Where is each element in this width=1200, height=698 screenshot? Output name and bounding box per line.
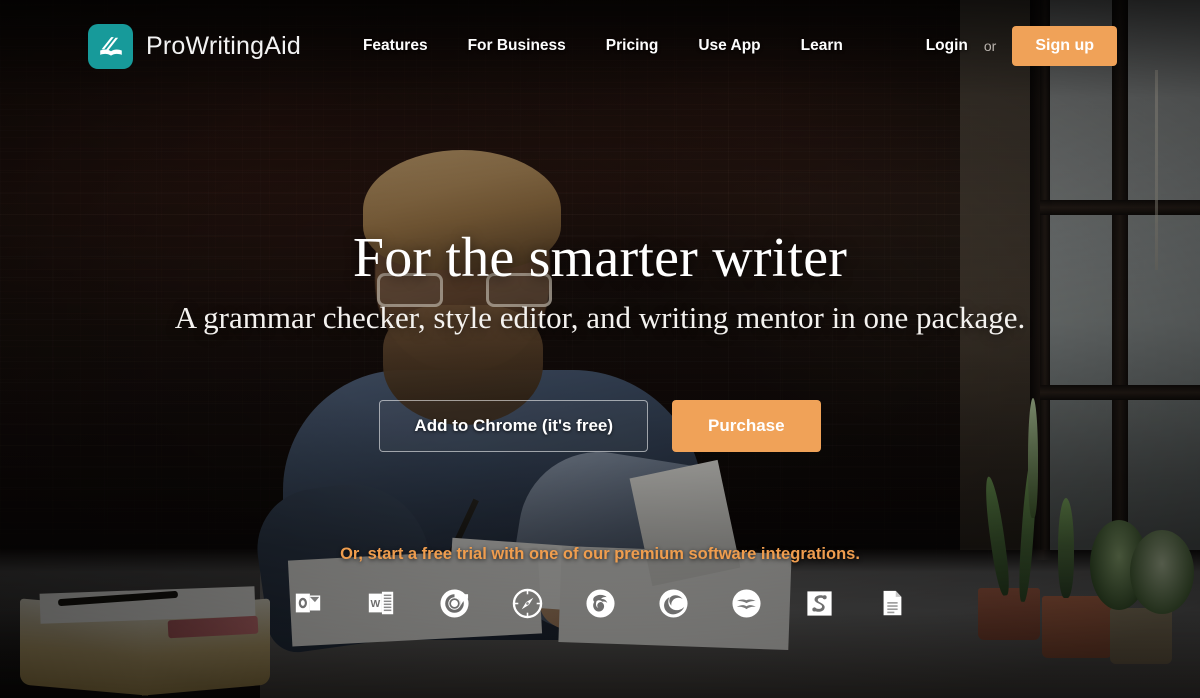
outlook-icon[interactable] bbox=[292, 587, 324, 619]
site-header: ProWritingAid Features For Business Pric… bbox=[0, 0, 1200, 92]
brand-logo-link[interactable]: ProWritingAid bbox=[88, 23, 301, 69]
openoffice-icon[interactable] bbox=[730, 587, 762, 619]
brand-name: ProWritingAid bbox=[146, 31, 301, 60]
main-navigation: Features For Business Pricing Use App Le… bbox=[363, 37, 883, 55]
purchase-button[interactable]: Purchase bbox=[672, 400, 821, 453]
page-title: For the smarter writer bbox=[352, 227, 848, 289]
nav-item-learn[interactable]: Learn bbox=[801, 37, 843, 55]
login-link[interactable]: Login bbox=[926, 37, 968, 55]
or-separator: or bbox=[983, 38, 997, 54]
chrome-icon[interactable] bbox=[438, 587, 470, 619]
nav-item-features[interactable]: Features bbox=[363, 37, 428, 55]
svg-text:W: W bbox=[371, 600, 381, 611]
edge-icon[interactable] bbox=[657, 587, 689, 619]
page-subtitle: A grammar checker, style editor, and wri… bbox=[174, 300, 1026, 336]
hero-section: ProWritingAid Features For Business Pric… bbox=[0, 0, 1200, 698]
header-actions: Login or Sign up bbox=[926, 26, 1117, 66]
signup-button[interactable]: Sign up bbox=[1012, 26, 1117, 66]
scrivener-icon[interactable] bbox=[803, 587, 835, 619]
free-trial-note: Or, start a free trial with one of our p… bbox=[340, 545, 860, 564]
safari-icon[interactable] bbox=[511, 587, 543, 619]
nav-item-use-app[interactable]: Use App bbox=[698, 37, 760, 55]
nav-item-pricing[interactable]: Pricing bbox=[606, 37, 659, 55]
nav-item-for-business[interactable]: For Business bbox=[468, 37, 566, 55]
googledocs-icon[interactable] bbox=[876, 587, 908, 619]
cta-row: Add to Chrome (it's free) Purchase bbox=[379, 400, 821, 453]
add-to-chrome-button[interactable]: Add to Chrome (it's free) bbox=[379, 400, 649, 453]
book-checkmark-logo-icon bbox=[88, 23, 133, 69]
word-icon[interactable]: W bbox=[365, 587, 397, 619]
firefox-icon[interactable] bbox=[584, 587, 616, 619]
integrations-row: W bbox=[292, 587, 908, 619]
